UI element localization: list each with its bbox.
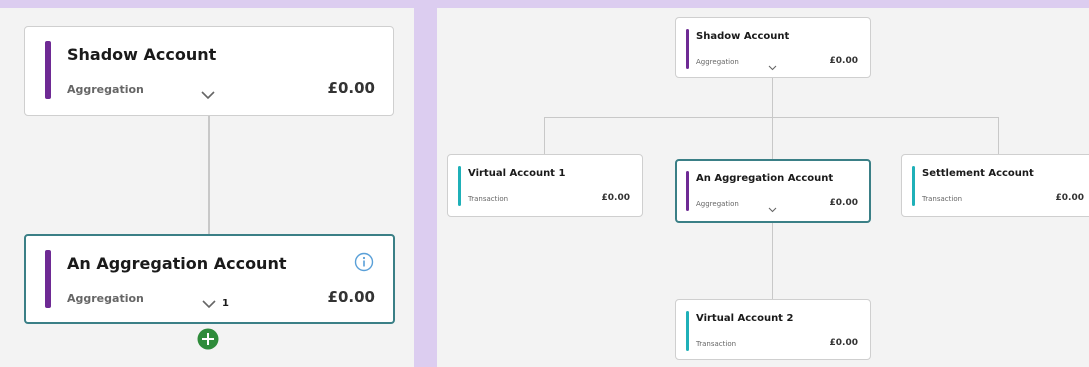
account-title: An Aggregation Account xyxy=(67,254,287,273)
right-tree-panel: Shadow Account Aggregation £0.00 Virtual… xyxy=(437,8,1089,367)
tree-connector xyxy=(998,117,999,159)
account-balance: £0.00 xyxy=(327,288,375,306)
aggregation-color-bar xyxy=(45,41,51,99)
aggregation-color-bar xyxy=(686,171,689,211)
add-account-icon[interactable] xyxy=(197,328,219,354)
account-title: Shadow Account xyxy=(696,31,790,42)
tree-connector xyxy=(772,222,773,300)
account-title: Settlement Account xyxy=(922,168,1034,179)
tree-connector xyxy=(544,117,545,154)
account-title: Virtual Account 1 xyxy=(468,168,566,179)
account-balance: £0.00 xyxy=(829,56,858,66)
account-balance: £0.00 xyxy=(829,338,858,348)
tree-connector xyxy=(772,117,773,159)
transaction-color-bar xyxy=(912,166,915,206)
shadow-account-card[interactable]: Shadow Account Aggregation £0.00 xyxy=(675,17,871,78)
tree-connector xyxy=(772,78,773,118)
account-type: Aggregation xyxy=(67,292,144,305)
virtual-account-1-card[interactable]: Virtual Account 1 Transaction £0.00 xyxy=(447,154,643,217)
account-type: Aggregation xyxy=(696,200,739,208)
virtual-account-2-card[interactable]: Virtual Account 2 Transaction £0.00 xyxy=(675,299,871,360)
tree-connector xyxy=(208,116,210,242)
settlement-account-card[interactable]: Settlement Account Transaction £0.00 xyxy=(901,154,1089,217)
account-balance: £0.00 xyxy=(829,198,858,208)
shadow-account-card[interactable]: Shadow Account Aggregation £0.00 xyxy=(24,26,394,116)
account-type: Aggregation xyxy=(696,58,739,66)
aggregation-color-bar xyxy=(686,29,689,69)
account-type: Aggregation xyxy=(67,83,144,96)
transaction-color-bar xyxy=(686,311,689,351)
account-type: Transaction xyxy=(696,340,737,348)
account-balance: £0.00 xyxy=(1055,193,1084,203)
transaction-color-bar xyxy=(458,166,461,206)
account-type: Transaction xyxy=(922,195,963,203)
left-tree-panel: Shadow Account Aggregation £0.00 An Aggr… xyxy=(0,8,414,367)
chevron-down-icon[interactable] xyxy=(768,207,777,213)
account-title: An Aggregation Account xyxy=(696,173,834,184)
chevron-down-icon[interactable] xyxy=(202,300,216,309)
chevron-down-icon[interactable] xyxy=(768,65,777,71)
aggregation-color-bar xyxy=(45,250,51,308)
account-balance: £0.00 xyxy=(601,193,630,203)
account-title: Virtual Account 2 xyxy=(696,313,794,324)
account-balance: £0.00 xyxy=(327,79,375,97)
info-icon[interactable] xyxy=(354,252,374,276)
aggregation-account-card[interactable]: An Aggregation Account Aggregation £0.00 xyxy=(675,159,871,223)
account-type: Transaction xyxy=(468,195,509,203)
aggregation-account-card[interactable]: An Aggregation Account Aggregation 1 £0.… xyxy=(24,234,395,324)
child-count: 1 xyxy=(222,298,229,309)
account-title: Shadow Account xyxy=(67,45,217,64)
chevron-down-icon[interactable] xyxy=(201,91,215,100)
